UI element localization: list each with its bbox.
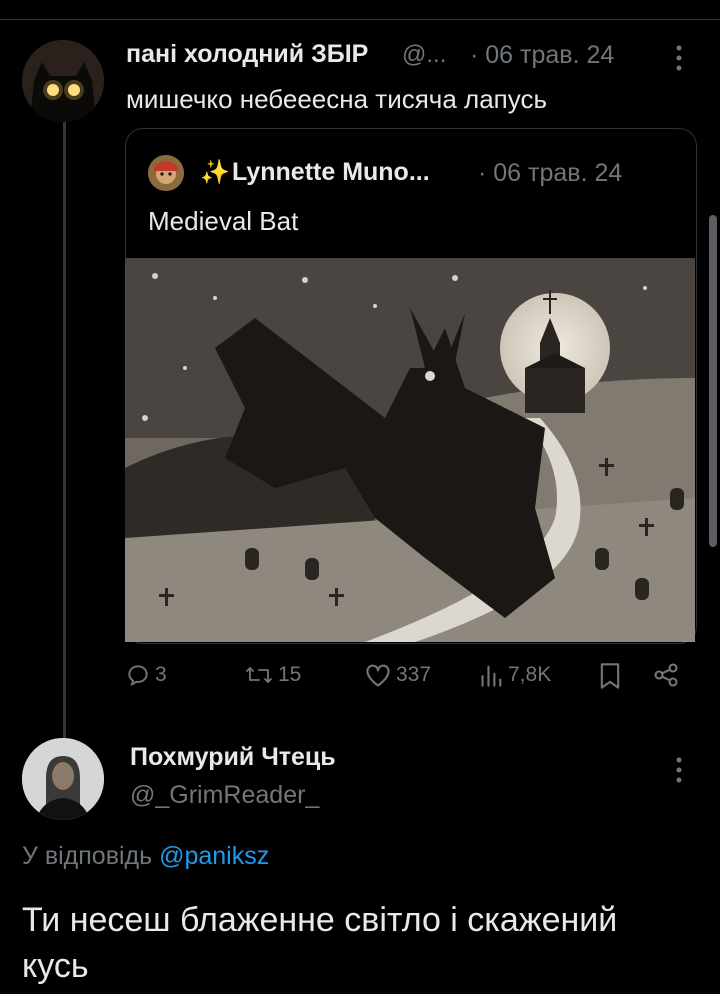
medieval-bat-illustration-icon	[125, 258, 695, 642]
person-avatar-icon	[22, 738, 104, 820]
like-action[interactable]: 337	[364, 662, 431, 688]
avatar[interactable]	[22, 40, 104, 122]
quoted-text: Medieval Bat	[148, 206, 299, 236]
repost-icon	[246, 667, 272, 683]
like-count: 337	[396, 663, 432, 686]
quoted-avatar[interactable]	[148, 155, 184, 191]
views-chart-icon	[481, 665, 502, 687]
scrollbar[interactable]	[709, 215, 717, 547]
top-divider	[0, 19, 720, 20]
reply-to-mention[interactable]: @paniksz	[159, 842, 269, 870]
post-handle[interactable]: @...	[402, 41, 446, 69]
reply-text: Ти несеш блаженне світло і скажений кусь	[22, 901, 618, 985]
reply-count: 3	[155, 663, 167, 686]
reply-to-label: У відповідь @paniksz	[22, 842, 269, 871]
thread-connector-line	[63, 110, 66, 738]
reply-handle[interactable]: @_GrimReader_	[130, 781, 319, 810]
heart-icon	[366, 664, 390, 687]
black-cat-avatar-icon	[22, 40, 104, 122]
share-action[interactable]	[652, 662, 680, 688]
repost-count: 15	[278, 663, 302, 686]
post-more-icon[interactable]	[668, 40, 690, 76]
post-date[interactable]: · 06 трав. 24	[470, 41, 614, 70]
reply-display-name[interactable]: Похмурий Чтець	[130, 743, 336, 772]
views-action[interactable]: 7,8K	[480, 662, 551, 688]
reply-action[interactable]: 3	[125, 662, 167, 688]
share-icon	[654, 663, 678, 687]
post-display-name[interactable]: пані холодний ЗБІР	[126, 40, 368, 69]
reply-more-icon[interactable]	[668, 752, 690, 788]
sparkle-icon: ✨	[200, 159, 230, 186]
bookmark-action[interactable]	[598, 662, 622, 690]
quoted-date[interactable]: · 06 трав. 24	[478, 159, 622, 188]
reply-to-prefix: У відповідь	[22, 842, 153, 870]
reply-avatar[interactable]	[22, 738, 104, 820]
post-actions: 3 15 337 7,8K	[0, 662, 720, 698]
post-text: мишечко небееесна тисяча лапусь	[126, 84, 548, 114]
quoted-display-name[interactable]: Lynnette Muno...	[232, 158, 430, 187]
views-count: 7,8K	[508, 663, 552, 686]
repost-action[interactable]: 15	[244, 662, 301, 688]
reply-icon	[128, 665, 148, 687]
bookmark-icon	[600, 663, 620, 689]
cartoon-avatar-icon	[148, 155, 184, 191]
medieval-bat-image[interactable]	[125, 258, 695, 642]
